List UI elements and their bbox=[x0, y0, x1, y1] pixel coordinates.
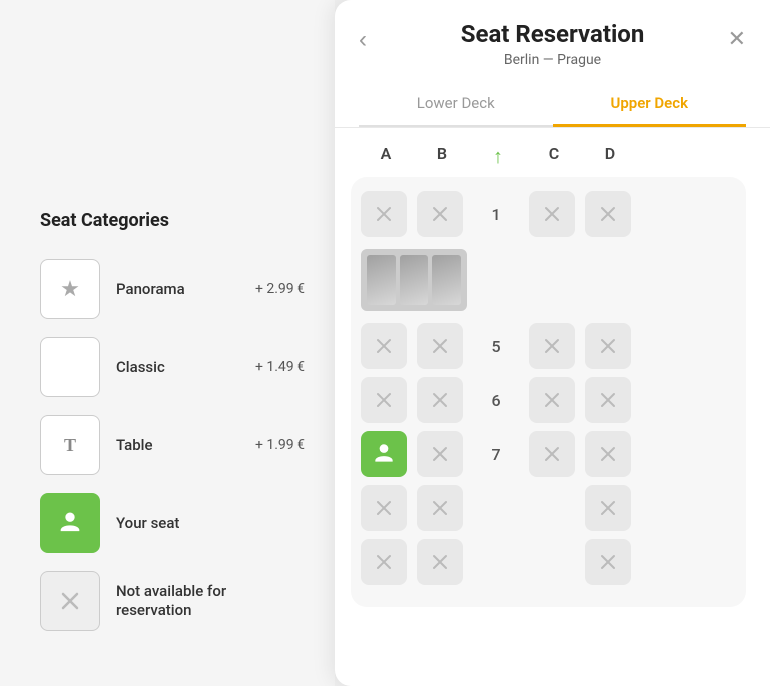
seat-9a[interactable] bbox=[361, 539, 407, 585]
category-table: T Table + 1.99 € bbox=[40, 415, 305, 475]
seat-8a[interactable] bbox=[361, 485, 407, 531]
row-num-6: 6 bbox=[473, 377, 519, 423]
panorama-icon: ★ bbox=[40, 259, 100, 319]
col-a: A bbox=[361, 144, 411, 169]
seat-reservation-modal: ‹ ✕ Seat Reservation Berlin — Prague Low… bbox=[335, 0, 770, 686]
your-seat-label: Your seat bbox=[116, 514, 305, 532]
seat-area: 1 bbox=[351, 177, 746, 607]
row-num-9 bbox=[473, 539, 519, 585]
close-button[interactable]: ✕ bbox=[720, 22, 754, 56]
seat-5d[interactable] bbox=[585, 323, 631, 369]
table-price: + 1.99 € bbox=[255, 437, 305, 453]
seat-8c bbox=[529, 485, 575, 531]
seat-5a[interactable] bbox=[361, 323, 407, 369]
seat-1d[interactable] bbox=[585, 191, 631, 237]
table-icon: T bbox=[40, 415, 100, 475]
seat-7a-selected[interactable] bbox=[361, 431, 407, 477]
seat-6b[interactable] bbox=[417, 377, 463, 423]
modal-header: ‹ ✕ Seat Reservation Berlin — Prague Low… bbox=[335, 0, 770, 128]
seat-7d[interactable] bbox=[585, 431, 631, 477]
seat-6c[interactable] bbox=[529, 377, 575, 423]
table-row: 7 bbox=[361, 431, 736, 477]
tab-lower-deck[interactable]: Lower Deck bbox=[359, 82, 553, 127]
row-num-pano bbox=[473, 257, 519, 303]
seat-7b[interactable] bbox=[417, 431, 463, 477]
pano-strip-1 bbox=[367, 255, 396, 305]
table-row: 5 bbox=[361, 323, 736, 369]
seat-1c[interactable] bbox=[529, 191, 575, 237]
table-row bbox=[361, 539, 736, 585]
seat-5c[interactable] bbox=[529, 323, 575, 369]
seat-8b[interactable] bbox=[417, 485, 463, 531]
col-b: B bbox=[417, 144, 467, 169]
unavailable-label: Not available for reservation bbox=[116, 582, 305, 621]
row-num-5: 5 bbox=[473, 323, 519, 369]
table-row bbox=[361, 485, 736, 531]
classic-label: Classic bbox=[116, 358, 255, 376]
category-panorama: ★ Panorama + 2.99 € bbox=[40, 259, 305, 319]
modal-subtitle: Berlin — Prague bbox=[359, 52, 746, 68]
pano-strip-2 bbox=[400, 255, 429, 305]
modal-title: Seat Reservation bbox=[359, 20, 746, 48]
seat-6d[interactable] bbox=[585, 377, 631, 423]
table-row: 6 bbox=[361, 377, 736, 423]
classic-price: + 1.49 € bbox=[255, 359, 305, 375]
seat-6a[interactable] bbox=[361, 377, 407, 423]
pano-strip-3 bbox=[432, 255, 461, 305]
classic-icon bbox=[40, 337, 100, 397]
category-your-seat: Your seat bbox=[40, 493, 305, 553]
category-classic: Classic + 1.49 € bbox=[40, 337, 305, 397]
table-row: 1 bbox=[361, 191, 736, 237]
seat-1a[interactable] bbox=[361, 191, 407, 237]
seat-9d[interactable] bbox=[585, 539, 631, 585]
row-num-7: 7 bbox=[473, 431, 519, 477]
seat-8d[interactable] bbox=[585, 485, 631, 531]
x-svg bbox=[59, 590, 81, 612]
selected-seat-person-icon bbox=[371, 441, 397, 467]
seat-9c bbox=[529, 539, 575, 585]
row-num-8 bbox=[473, 485, 519, 531]
back-button[interactable]: ‹ bbox=[351, 22, 375, 58]
unavailable-icon bbox=[40, 571, 100, 631]
column-headers: A B ↑ C D bbox=[351, 144, 746, 169]
direction-icon: ↑ bbox=[473, 144, 523, 169]
panorama-row bbox=[361, 245, 736, 315]
tab-upper-deck[interactable]: Upper Deck bbox=[553, 82, 747, 127]
deck-tabs: Lower Deck Upper Deck bbox=[359, 82, 746, 127]
col-c: C bbox=[529, 144, 579, 169]
row-num-1: 1 bbox=[473, 191, 519, 237]
panorama-visual bbox=[361, 249, 467, 311]
seat-5b[interactable] bbox=[417, 323, 463, 369]
your-seat-icon bbox=[40, 493, 100, 553]
categories-title: Seat Categories bbox=[40, 210, 305, 231]
panorama-price: + 2.99 € bbox=[255, 281, 305, 297]
table-label: Table bbox=[116, 436, 255, 454]
person-svg bbox=[56, 509, 84, 537]
seat-1b[interactable] bbox=[417, 191, 463, 237]
col-d: D bbox=[585, 144, 635, 169]
left-panel: Seat Categories ★ Panorama + 2.99 € Clas… bbox=[0, 0, 335, 686]
seat-9b[interactable] bbox=[417, 539, 463, 585]
seat-7c[interactable] bbox=[529, 431, 575, 477]
category-unavailable: Not available for reservation bbox=[40, 571, 305, 631]
panorama-label: Panorama bbox=[116, 280, 255, 298]
seat-map[interactable]: A B ↑ C D 1 bbox=[335, 128, 770, 686]
